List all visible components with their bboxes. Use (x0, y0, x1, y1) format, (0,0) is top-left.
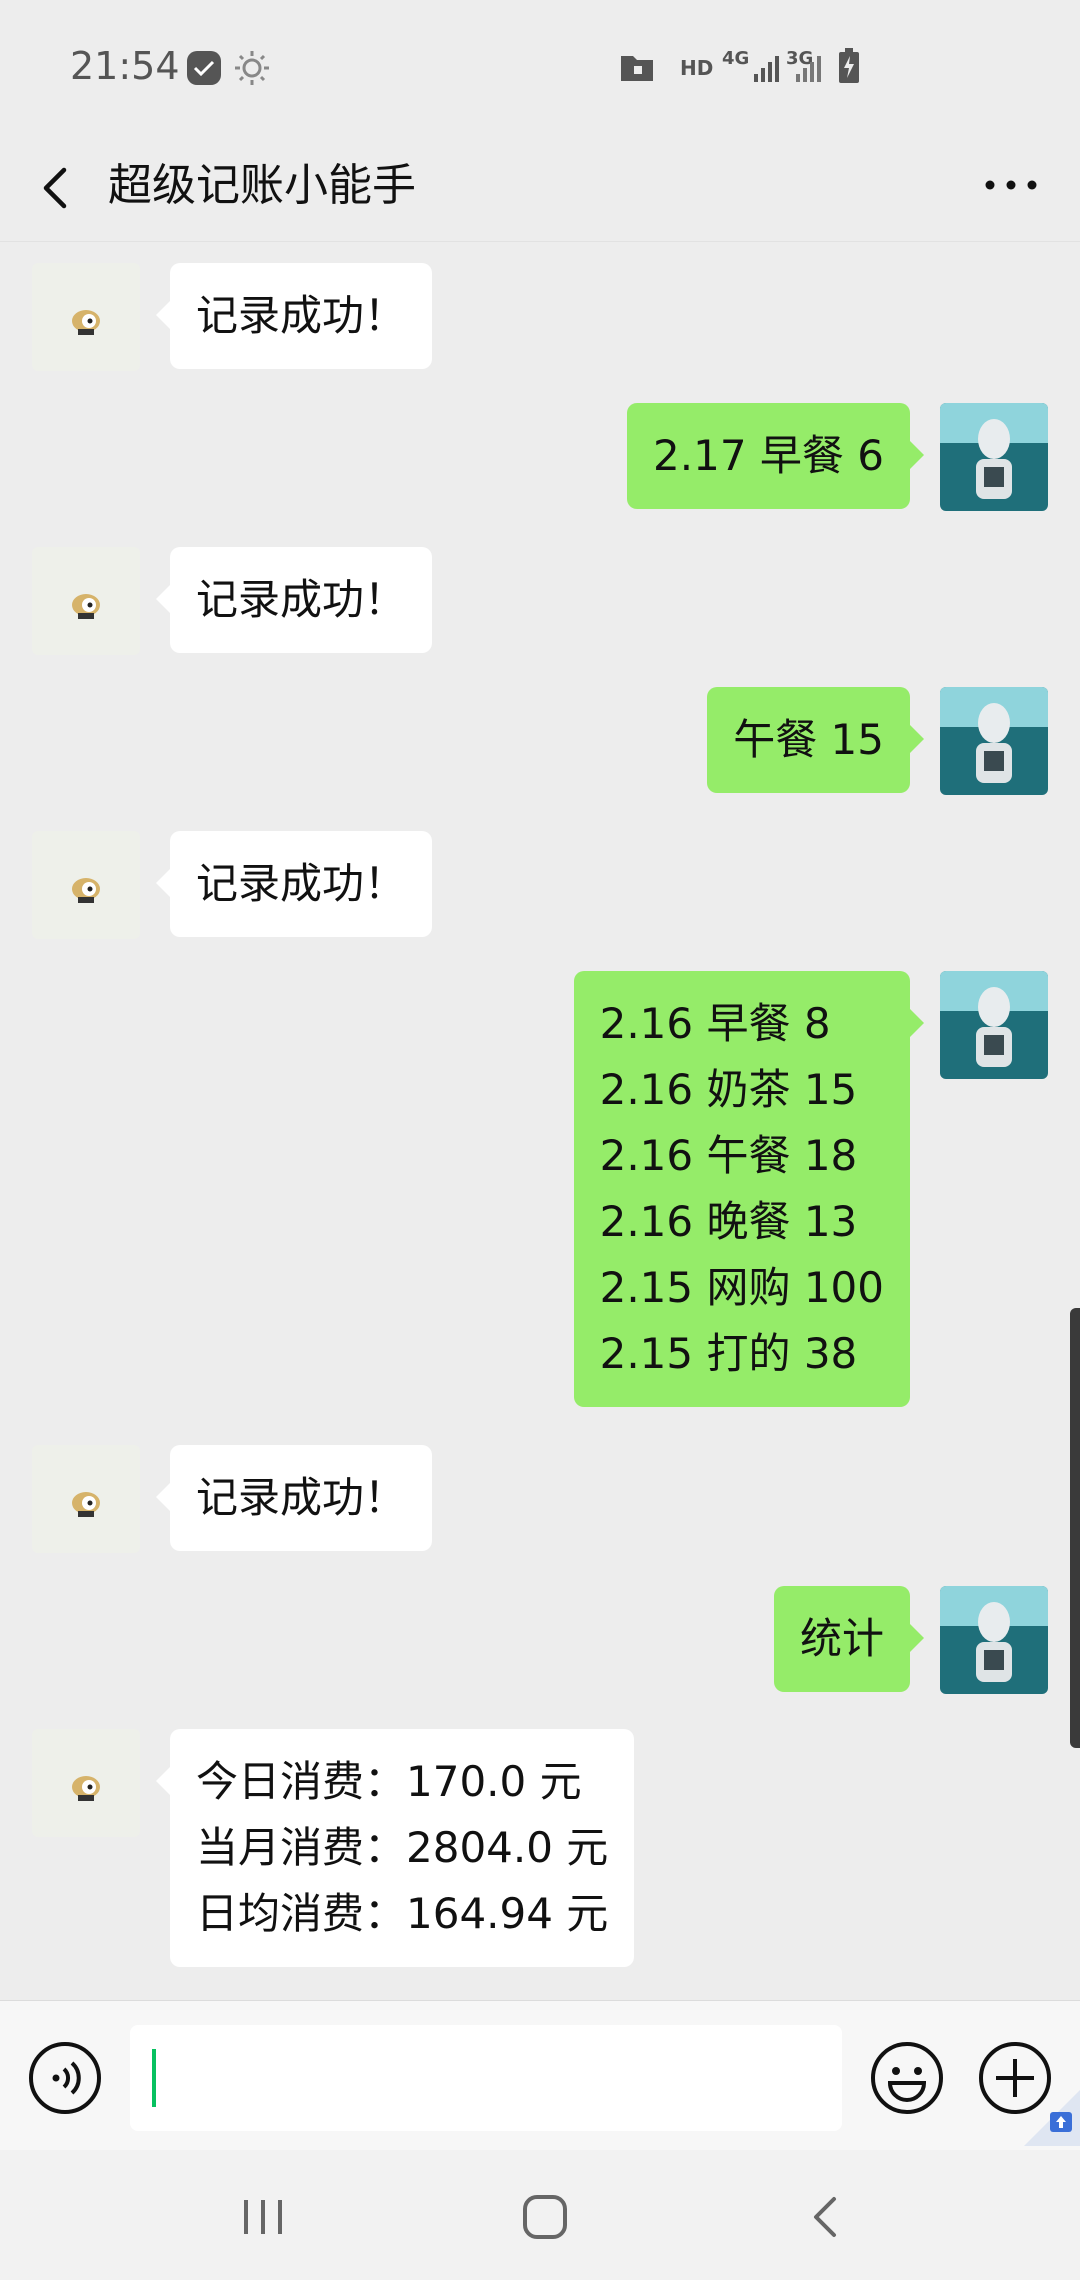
network-4g-label: 4G (722, 48, 750, 69)
chevron-left-icon (43, 167, 67, 209)
hd-label: HD (680, 56, 714, 80)
home-button[interactable] (510, 2182, 580, 2252)
message-bubble[interactable]: 今日消费：170.0 元 当月消费：2804.0 元 日均消费：164.94 元 (155, 1729, 635, 1967)
message-text: 午餐 15 (733, 715, 884, 764)
security-check-icon (186, 50, 222, 90)
user-avatar[interactable] (940, 1586, 1048, 1694)
emoji-button[interactable] (870, 2041, 944, 2115)
message-bubble[interactable]: 2.17 早餐 6 (627, 403, 924, 509)
message-bubble[interactable]: 记录成功！ (155, 547, 433, 653)
signal-icon (794, 54, 822, 86)
battery-charging-icon (838, 48, 860, 88)
recents-button[interactable] (228, 2182, 298, 2252)
recents-icon (244, 2200, 282, 2234)
message-text: 今日消费：170.0 元 (196, 1757, 582, 1806)
user-avatar[interactable] (940, 403, 1048, 511)
message-text: 统计 (799, 1614, 884, 1663)
bot-avatar[interactable] (32, 547, 140, 655)
bot-avatar[interactable] (32, 1729, 140, 1837)
message-text: 2.16 早餐 8 (599, 999, 831, 1048)
chat-header: 超级记账小能手 (0, 130, 1080, 242)
text-caret (152, 2049, 156, 2107)
input-bar (0, 2000, 1080, 2150)
voice-button[interactable] (28, 2041, 102, 2115)
message-text: 记录成功！ (196, 291, 407, 340)
message-text: 2.15 网购 100 (599, 1263, 884, 1312)
message-bubble[interactable]: 记录成功！ (155, 1445, 433, 1551)
home-icon (523, 2195, 567, 2239)
message-text: 日均消费：164.94 元 (196, 1889, 609, 1938)
message-bubble[interactable]: 2.16 早餐 8 2.16 奶茶 15 2.16 午餐 18 2.16 晚餐 … (573, 971, 925, 1407)
more-dots-icon (985, 180, 1037, 190)
message-bubble[interactable]: 午餐 15 (707, 687, 924, 793)
message-input[interactable] (130, 2025, 842, 2131)
status-bar: 21:54 HD 4G 3G (0, 0, 1080, 130)
voice-icon (29, 2042, 101, 2114)
message-text: 2.16 晚餐 13 (599, 1197, 858, 1246)
message-text: 2.17 早餐 6 (653, 431, 884, 480)
message-text: 记录成功！ (196, 1473, 407, 1522)
message-text: 记录成功！ (196, 575, 407, 624)
system-nav-bar (0, 2150, 1080, 2280)
floating-shortcut-icon[interactable] (1024, 2090, 1080, 2146)
nav-back-button[interactable] (792, 2182, 862, 2252)
user-avatar[interactable] (940, 687, 1048, 795)
message-bubble[interactable]: 记录成功！ (155, 263, 433, 369)
brightness-icon (234, 50, 270, 90)
message-text: 2.16 午餐 18 (599, 1131, 858, 1180)
emoji-icon (871, 2042, 943, 2114)
bot-avatar[interactable] (32, 263, 140, 371)
message-text: 2.16 奶茶 15 (599, 1065, 858, 1114)
signal-icon (752, 54, 780, 86)
message-bubble[interactable]: 统计 (773, 1586, 925, 1692)
back-icon (814, 2197, 836, 2237)
chat-title: 超级记账小能手 (108, 160, 416, 211)
user-avatar[interactable] (940, 971, 1048, 1079)
back-button[interactable] (30, 152, 90, 220)
message-text: 记录成功！ (196, 859, 407, 908)
message-text: 当月消费：2804.0 元 (196, 1823, 609, 1872)
bot-avatar[interactable] (32, 1445, 140, 1553)
message-list[interactable]: 记录成功！ 2.17 早餐 6 记录成功！ 午餐 15 记录成功！ 2.16 早… (0, 243, 1080, 2000)
folder-lock-icon (620, 52, 654, 86)
scroll-indicator[interactable] (1070, 1308, 1080, 1748)
message-text: 2.15 打的 38 (599, 1329, 858, 1378)
status-time: 21:54 (70, 44, 180, 88)
message-bubble[interactable]: 记录成功！ (155, 831, 433, 937)
bot-avatar[interactable] (32, 831, 140, 939)
more-button[interactable] (976, 160, 1046, 210)
